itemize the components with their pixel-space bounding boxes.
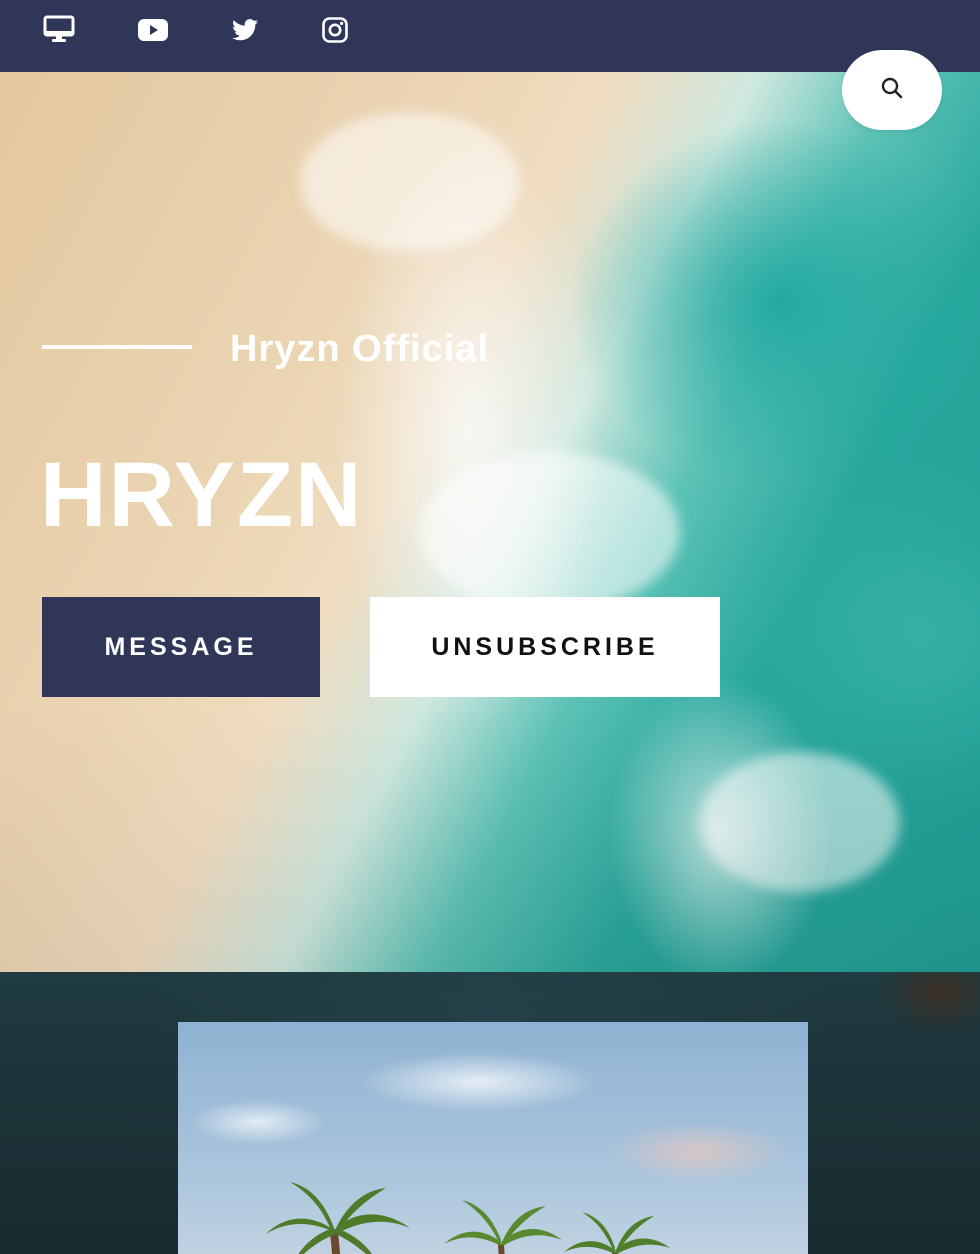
palm-tree-image <box>564 1212 670 1254</box>
featured-image[interactable] <box>178 1022 808 1254</box>
palm-tree-image <box>266 1182 410 1254</box>
hero-banner: Hryzn Official HRYZN MESSAGE UNSUBSCRIBE <box>0 72 980 972</box>
channel-name: Hryzn Official <box>230 328 489 370</box>
twitter-icon[interactable] <box>232 14 258 46</box>
top-nav-bar <box>0 0 980 72</box>
youtube-icon[interactable] <box>138 14 168 46</box>
message-button[interactable]: MESSAGE <box>42 597 320 697</box>
content-section <box>0 972 980 1254</box>
title-divider <box>42 345 192 349</box>
channel-handle: HRYZN <box>40 444 364 546</box>
instagram-icon[interactable] <box>322 14 348 46</box>
search-icon <box>881 77 903 103</box>
desktop-icon[interactable] <box>43 14 75 46</box>
palm-tree-image <box>444 1200 562 1254</box>
unsubscribe-button[interactable]: UNSUBSCRIBE <box>370 597 720 697</box>
search-button[interactable] <box>842 50 942 130</box>
